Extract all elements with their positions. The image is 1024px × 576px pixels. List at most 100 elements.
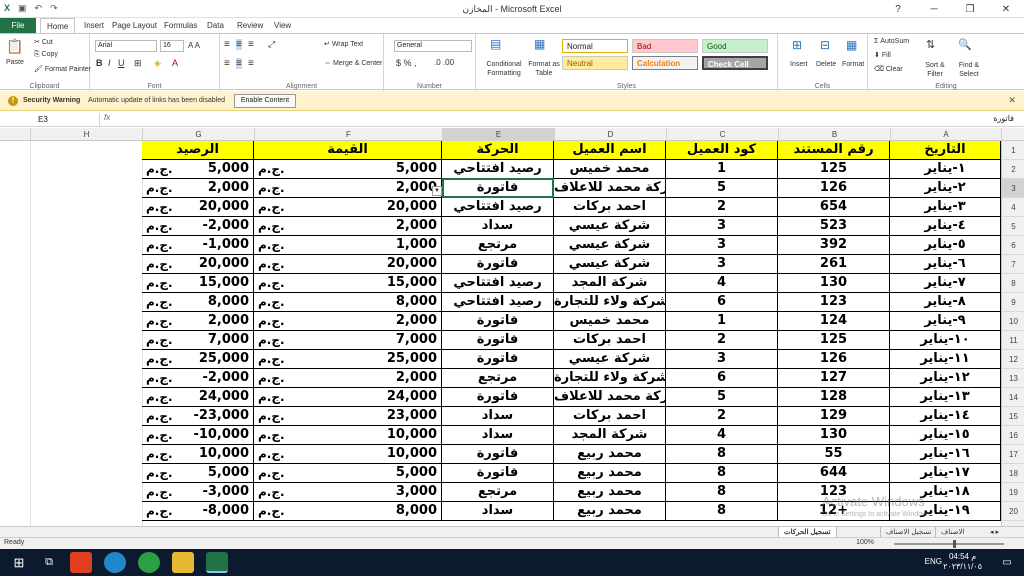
close-warning-icon[interactable]: ✕: [1008, 95, 1016, 106]
row-header[interactable]: 15: [1002, 407, 1024, 426]
cell-balance[interactable]: ج.م. -3,000: [142, 483, 254, 502]
grow-font-icon[interactable]: A A: [188, 41, 200, 50]
cell-doc-number[interactable]: 125: [778, 331, 890, 350]
format-table-icon[interactable]: ▦: [534, 37, 545, 51]
cell-date[interactable]: ١٥-يناير: [890, 426, 1001, 445]
cell-doc-number[interactable]: 654: [778, 198, 890, 217]
format-cells-icon[interactable]: ▦: [846, 38, 857, 52]
align-bottom-icon[interactable]: ≡: [248, 39, 254, 50]
system-clock[interactable]: 04:54 م ٢٠٢٣/١١/٠٥: [943, 552, 982, 572]
insert-cells-icon[interactable]: ⊞: [792, 38, 802, 52]
header-doc-number[interactable]: رقم المستند: [778, 141, 890, 160]
tab-data[interactable]: Data: [201, 18, 230, 33]
cell-customer-code[interactable]: 4: [666, 274, 778, 293]
cell-customer-code[interactable]: 8: [666, 464, 778, 483]
align-left-icon[interactable]: ≡: [224, 58, 230, 69]
tab-home[interactable]: Home: [40, 18, 76, 33]
number-format-select[interactable]: General: [394, 40, 472, 52]
cell-value[interactable]: ج.م. 10,000: [254, 426, 442, 445]
align-middle-icon[interactable]: ≡: [236, 39, 242, 50]
header-movement[interactable]: الحركة: [442, 141, 554, 160]
clear-button[interactable]: ⌫ Clear: [874, 65, 903, 73]
format-as-table-button[interactable]: Format as Table: [526, 60, 562, 78]
cell-customer-name[interactable]: محمد ربيع: [554, 483, 666, 502]
cell-balance[interactable]: ج.م. 7,000: [142, 331, 254, 350]
cell-balance[interactable]: ج.م. -2,000: [142, 217, 254, 236]
cell-customer-code[interactable]: 1: [666, 160, 778, 179]
cell-value[interactable]: ج.م. 8,000: [254, 293, 442, 312]
fill-button[interactable]: ⬇ Fill: [874, 51, 891, 59]
row-header[interactable]: 10: [1002, 312, 1024, 331]
cell-doc-number[interactable]: 55: [778, 445, 890, 464]
style-normal[interactable]: Normal: [562, 39, 628, 53]
cell-value[interactable]: ج.م. 5,000: [254, 160, 442, 179]
cell-customer-code[interactable]: 2: [666, 198, 778, 217]
windows-start-icon[interactable]: ⊞: [8, 552, 30, 573]
cell-customer-code[interactable]: 8: [666, 445, 778, 464]
cell-movement[interactable]: فاتورة: [442, 255, 554, 274]
style-good[interactable]: Good: [702, 39, 768, 53]
header-customer-code[interactable]: كود العميل: [666, 141, 778, 160]
select-all-corner[interactable]: [1001, 128, 1024, 141]
font-name-select[interactable]: Arial: [95, 40, 157, 52]
cell-doc-number[interactable]: 130: [778, 426, 890, 445]
minimize-icon[interactable]: ─: [916, 0, 952, 18]
cell-date[interactable]: ٦-يناير: [890, 255, 1001, 274]
cell-balance[interactable]: ج.م. -8,000: [142, 502, 254, 521]
cell-movement[interactable]: رصيد افتتاحي: [442, 293, 554, 312]
format-painter-button[interactable]: 🖌 Format Painter: [34, 65, 91, 73]
column-header-g[interactable]: G: [142, 128, 254, 141]
paste-button[interactable]: Paste: [6, 59, 24, 66]
notification-icon[interactable]: ▭: [996, 552, 1018, 573]
cell-doc-number[interactable]: 125: [778, 160, 890, 179]
cell-customer-code[interactable]: 1: [666, 312, 778, 331]
zoom-slider[interactable]: [894, 543, 1004, 545]
cell-date[interactable]: ٤-يناير: [890, 217, 1001, 236]
cell-doc-number[interactable]: 128: [778, 388, 890, 407]
cell-doc-number[interactable]: 126: [778, 350, 890, 369]
font-color-icon[interactable]: A: [172, 58, 178, 68]
cell-date[interactable]: ٨-يناير: [890, 293, 1001, 312]
cell-date[interactable]: ١٤-يناير: [890, 407, 1001, 426]
decimal-icon[interactable]: .0 .00: [434, 58, 454, 67]
cell-doc-number[interactable]: 123: [778, 293, 890, 312]
sort-filter-button[interactable]: Sort & Filter: [920, 61, 950, 79]
autosum-button[interactable]: Σ AutoSum: [874, 38, 909, 45]
tab-review[interactable]: Review: [231, 18, 269, 33]
cell-customer-code[interactable]: 6: [666, 293, 778, 312]
cell-balance[interactable]: ج.م. 15,000: [142, 274, 254, 293]
cell-customer-name[interactable]: شركة عيسي: [554, 217, 666, 236]
row-header[interactable]: 7: [1002, 255, 1024, 274]
insert-cells-button[interactable]: Insert: [790, 61, 808, 68]
input-language[interactable]: ENG: [925, 557, 942, 566]
cell-customer-code[interactable]: 3: [666, 217, 778, 236]
cell-value[interactable]: ج.م. 20,000: [254, 198, 442, 217]
cell-value[interactable]: ج.م. 2,000: [254, 179, 442, 198]
cell-customer-name[interactable]: محمد خميس: [554, 312, 666, 331]
cell-balance[interactable]: ج.م. 25,000: [142, 350, 254, 369]
cell-balance[interactable]: ج.م. 5,000: [142, 160, 254, 179]
cell-customer-code[interactable]: 4: [666, 426, 778, 445]
formula-input[interactable]: فاتورة: [993, 114, 1014, 123]
tab-formulas[interactable]: Formulas: [158, 18, 203, 33]
find-icon[interactable]: 🔍: [958, 38, 972, 51]
font-size-select[interactable]: 16: [160, 40, 184, 52]
cell-value[interactable]: ج.م. 2,000: [254, 369, 442, 388]
row-header[interactable]: 6: [1002, 236, 1024, 255]
cell-doc-number[interactable]: 392: [778, 236, 890, 255]
cell-customer-name[interactable]: محمد خميس: [554, 160, 666, 179]
cell-movement[interactable]: فاتورة: [442, 312, 554, 331]
cell-movement[interactable]: فاتورة: [442, 179, 554, 198]
cell-doc-number[interactable]: 523: [778, 217, 890, 236]
cell-balance[interactable]: ج.م. 24,000: [142, 388, 254, 407]
cell-customer-code[interactable]: 3: [666, 350, 778, 369]
paste-icon[interactable]: 📋: [6, 38, 23, 55]
cell-customer-code[interactable]: 5: [666, 179, 778, 198]
cell-balance[interactable]: ج.م. -23,000: [142, 407, 254, 426]
align-center-icon[interactable]: ≡: [236, 58, 242, 69]
cell-movement[interactable]: سداد: [442, 426, 554, 445]
delete-cells-icon[interactable]: ⊟: [820, 38, 830, 52]
style-bad[interactable]: Bad: [632, 39, 698, 53]
find-select-button[interactable]: Find & Select: [954, 61, 984, 79]
restore-icon[interactable]: ❐: [952, 0, 988, 18]
